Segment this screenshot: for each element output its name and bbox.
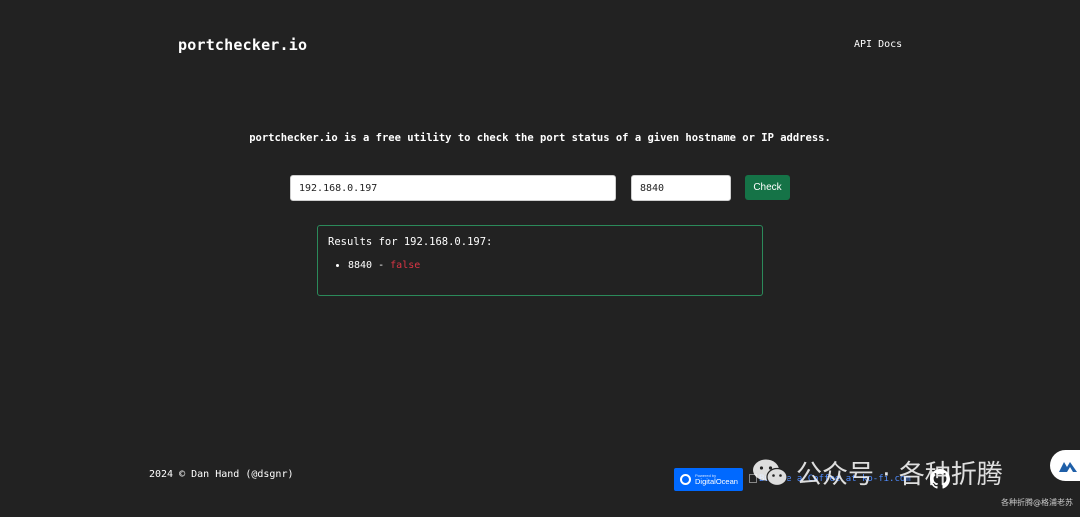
results-panel: Results for 192.168.0.197: 8840 - false (317, 225, 763, 296)
result-item: 8840 - false (348, 258, 752, 274)
tagline: portchecker.io is a free utility to chec… (249, 132, 831, 144)
digitalocean-badge-name: DigitalOcean (695, 476, 738, 486)
watermark-sub: 各种折腾@格浦老苏 (1001, 498, 1073, 507)
results-title: Results for 192.168.0.197: (328, 236, 493, 248)
digitalocean-badge-text: Powered by DigitalOcean (695, 473, 738, 486)
footer-copyright: 2024 © Dan Hand (@dsgnr) (149, 469, 294, 480)
result-separator: - (372, 260, 391, 271)
brand-mountain-icon (1059, 461, 1077, 472)
page: portchecker.io API Docs portchecker.io i… (0, 0, 1080, 517)
port-input[interactable] (631, 175, 731, 201)
watermark-text: 公众号 · 各种折腾 (796, 460, 1003, 490)
wechat-icon (753, 459, 788, 486)
hostname-input[interactable] (290, 175, 616, 201)
floating-side-button[interactable] (1050, 450, 1080, 481)
result-port: 8840 (348, 260, 373, 271)
result-status: false (390, 260, 421, 271)
check-button[interactable]: Check (745, 175, 790, 200)
digitalocean-badge[interactable]: Powered by DigitalOcean (674, 468, 743, 491)
digitalocean-icon (680, 474, 691, 485)
results-list: 8840 - false (328, 258, 752, 274)
site-logo[interactable]: portchecker.io (178, 36, 307, 54)
nav-api-docs-link[interactable]: API Docs (854, 39, 902, 50)
watermark: 公众号 · 各种折腾 (752, 454, 1003, 491)
